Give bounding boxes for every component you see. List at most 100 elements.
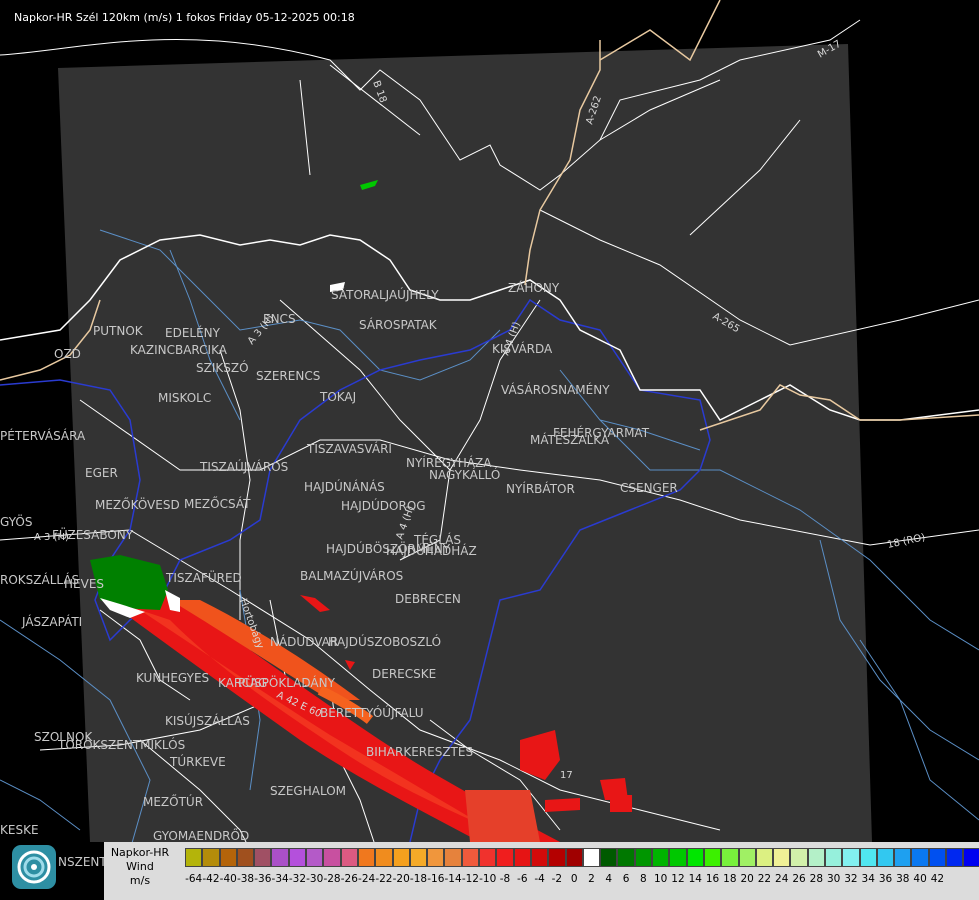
legend-tick-label: 10: [653, 873, 668, 885]
legend-tick-label: 18: [723, 873, 737, 885]
legend-swatch: [513, 848, 531, 867]
legend-swatch: [254, 848, 272, 867]
legend-swatch: [530, 848, 549, 867]
legend-tick-label: -26: [340, 873, 358, 885]
radar-map: SÁTORALJAÚJHELY ZÁHONY SÁROSPATAK KISVÁR…: [0, 0, 979, 871]
legend-tick-label: -28: [323, 873, 341, 885]
legend-tick-label: 34: [861, 873, 875, 885]
legend-tick-label: 38: [896, 873, 910, 885]
legend-tick-label: 26: [792, 873, 806, 885]
legend-swatch: [427, 848, 445, 867]
legend-swatch: [946, 848, 964, 867]
legend-tick-label: -16: [427, 873, 445, 885]
legend-tick-label: -42: [202, 873, 220, 885]
city-label: BERETTYÓÚJFALU: [320, 705, 424, 720]
city-label: JÁSZAPÁTI: [21, 614, 82, 629]
city-label: HAJDÚSZOBOSZLÓ: [328, 634, 441, 649]
city-label: TÚRKEVE: [169, 754, 226, 769]
legend-tick-label: 28: [809, 873, 824, 885]
legend-swatch: [876, 848, 895, 867]
legend-swatch: [669, 848, 687, 867]
legend-tick-label: 4: [605, 873, 613, 885]
legend-tick-label: -6: [517, 873, 528, 885]
legend-swatch: [479, 848, 497, 867]
legend-tick-label: 22: [757, 873, 772, 885]
city-label: MEZŐKÖVESD: [95, 496, 180, 512]
legend-tick-label: -8: [499, 873, 511, 885]
legend-swatch: [409, 848, 428, 867]
legend-swatch: [548, 848, 566, 867]
city-label: DEBRECEN: [395, 592, 461, 606]
legend-tick-label: 20: [740, 873, 754, 885]
legend-title: Napkor-HR Wind m/s: [104, 846, 176, 888]
legend-swatch: [340, 848, 358, 867]
map-title: Napkor-HR Szél 120km (m/s) 1 fokos Frida…: [14, 11, 355, 24]
legend-tick-label: 24: [775, 873, 789, 885]
city-label: SÁTORALJAÚJHELY: [331, 287, 439, 302]
legend-tick-label: -32: [288, 873, 306, 885]
legend-swatch: [357, 848, 376, 867]
legend-swatch: [894, 848, 912, 867]
legend-swatches: [185, 848, 979, 867]
legend-tick-label: -24: [358, 873, 376, 885]
road-label: A 3 (H): [34, 532, 69, 543]
legend-tick-label: 40: [913, 873, 927, 885]
legend-swatch: [859, 848, 877, 867]
legend-tick-label: 0: [570, 873, 578, 885]
legend-tick-label: -14: [444, 873, 462, 885]
city-label: TISZAFÜRED: [165, 569, 242, 585]
legend-swatch: [288, 848, 307, 867]
legend-tick-label: -22: [375, 873, 393, 885]
legend-title-product: Napkor-HR: [110, 846, 170, 859]
city-label: BALMAZÚJVÁROS: [300, 568, 403, 583]
city-label: NYÍRBÁTOR: [506, 481, 575, 496]
city-label: ZÁHONY: [508, 280, 560, 295]
legend-swatch: [755, 848, 774, 867]
legend-swatch: [738, 848, 756, 867]
legend-swatch: [842, 848, 860, 867]
city-label: GYÖS: [0, 513, 32, 529]
legend-title-unit: m/s: [129, 874, 151, 887]
napkor-logo-icon: [17, 850, 51, 884]
legend-tick-label: -12: [461, 873, 479, 885]
city-label: MEZŐCSÁT: [184, 496, 251, 511]
legend-swatch: [219, 848, 237, 867]
legend-swatch: [911, 848, 929, 867]
legend-swatch: [652, 848, 670, 867]
legend-swatch: [963, 848, 979, 867]
city-label: HAJDÚNÁNÁS: [304, 479, 385, 494]
legend-swatch: [392, 848, 410, 867]
city-label: EDELÉNY: [165, 325, 221, 340]
legend-tick-label: 30: [826, 873, 841, 885]
city-label: ROKSZÁLLÁS: [0, 572, 79, 587]
legend-swatch: [323, 848, 341, 867]
city-label: TÖRÖKSZENTMIKLÓS: [57, 736, 185, 752]
legend-swatch: [721, 848, 739, 867]
legend-swatch: [236, 848, 255, 867]
legend-swatch: [634, 848, 653, 867]
legend-tick-label: 6: [622, 873, 630, 885]
legend-swatch: [496, 848, 514, 867]
city-label: TISZAÚJVÁROS: [199, 459, 288, 474]
legend-tick-label: -40: [219, 873, 237, 885]
city-label: PÜSPÖKLADÁNY: [238, 674, 336, 690]
city-label: PUTNOK: [93, 324, 144, 338]
road-label: 18 (RO): [886, 532, 926, 551]
legend-tick-label: -20: [392, 873, 410, 885]
city-label: CSENGER: [620, 481, 678, 495]
city-label: MÁTÉSZALKA: [530, 432, 610, 447]
city-label: EGER: [85, 466, 118, 480]
legend-tick-label: 16: [705, 873, 720, 885]
city-label: MISKOLC: [158, 391, 211, 405]
legend-swatch: [202, 848, 220, 867]
city-label: OZD: [54, 347, 81, 361]
legend-swatch: [773, 848, 791, 867]
legend-tick-label: 36: [878, 873, 893, 885]
legend-tick-label: 42: [930, 873, 945, 885]
city-label: DERECSKE: [372, 667, 436, 681]
legend-swatch: [306, 848, 324, 867]
city-label: TOKAJ: [319, 390, 356, 404]
city-label: HAJDÚHADHÁZ: [386, 543, 477, 558]
legend-swatch: [565, 848, 583, 867]
city-label: VÁSÁROSNAMÉNY: [501, 382, 610, 397]
